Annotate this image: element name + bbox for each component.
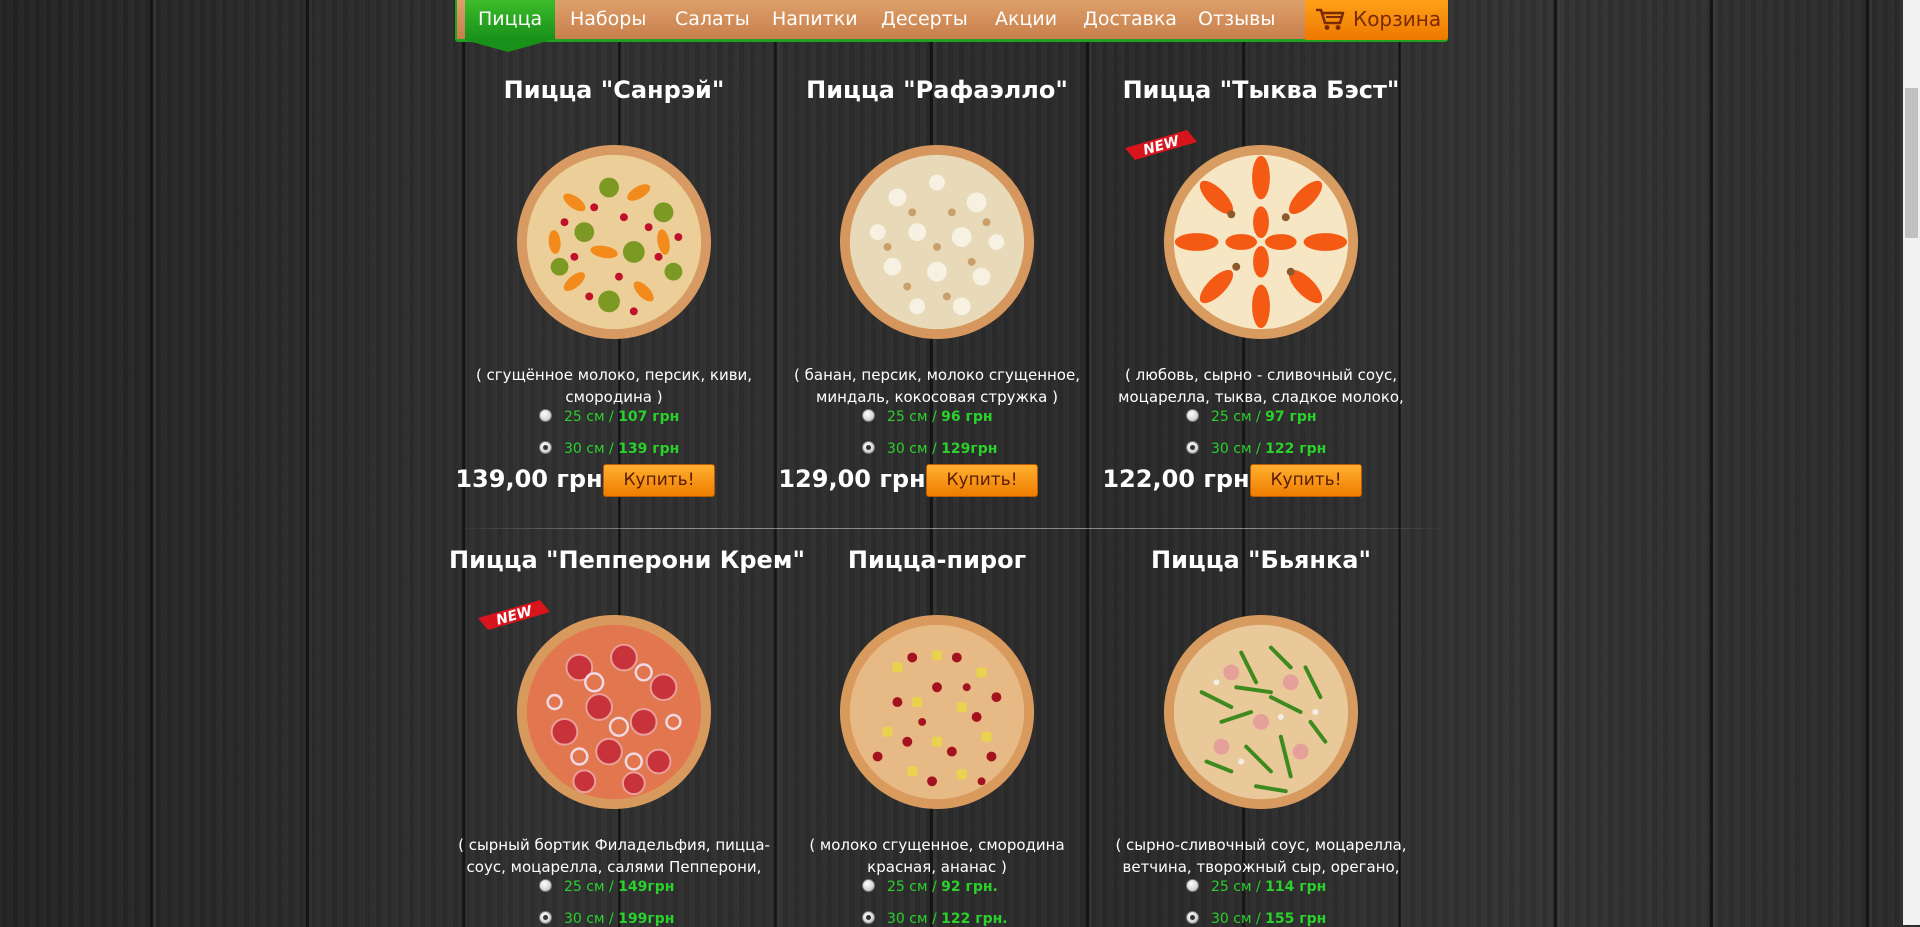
size-option-30[interactable]: 30 см / 129грн (862, 440, 997, 457)
size-option-25[interactable]: 25 см / 92 грн. (862, 878, 998, 895)
radio-button[interactable] (539, 440, 552, 454)
radio-button[interactable] (862, 910, 875, 924)
buy-button[interactable]: Купить! (603, 464, 715, 497)
svg-text:NEW: NEW (494, 603, 534, 629)
pizza-image[interactable] (515, 143, 713, 341)
pizza-image[interactable] (838, 143, 1036, 341)
nav-item-pizza[interactable]: Пицца (465, 0, 556, 52)
row-divider (455, 528, 1448, 529)
nav-item-delivery[interactable]: Доставка (1083, 0, 1177, 39)
product-price: 139,00 грн (455, 465, 603, 493)
product-card: Пицца "Пепперони Крем" NEW ( сырный борт… (449, 545, 805, 927)
nav-item-salads[interactable]: Салаты (675, 0, 750, 39)
pizza-image[interactable] (1162, 143, 1360, 341)
size-option-25[interactable]: 25 см / 114 грн (1186, 878, 1326, 895)
radio-button[interactable] (1186, 408, 1199, 422)
nav-item-sets[interactable]: Наборы (570, 0, 646, 39)
new-badge: NEW (478, 600, 550, 630)
nav-item-reviews[interactable]: Отзывы (1198, 0, 1275, 39)
product-title: Пицца-пирог (847, 546, 1027, 574)
size-option-25[interactable]: 25 см / 97 грн (1186, 408, 1317, 425)
pizza-image[interactable] (515, 613, 713, 811)
radio-button[interactable] (862, 878, 875, 892)
product-card: Пицца "Тыква Бэст" NEW ( любовь, сырно -… (1096, 75, 1426, 515)
radio-button[interactable] (862, 408, 875, 422)
product-price: 122,00 грн (1102, 465, 1250, 493)
pizza-image[interactable] (1162, 613, 1360, 811)
top-nav: Пицца Наборы Салаты Напитки Десерты Акци… (455, 0, 1448, 52)
scrollbar-thumb[interactable] (1905, 88, 1918, 238)
radio-button[interactable] (862, 440, 875, 454)
product-description: ( банан, персик, молоко сгущенное, миндал… (794, 366, 1080, 406)
radio-button[interactable] (1186, 878, 1199, 892)
product-title: Пицца "Санрэй" (503, 76, 725, 104)
pizza-image[interactable] (838, 613, 1036, 811)
size-option-30[interactable]: 30 см / 139 грн (539, 440, 679, 457)
product-description: ( любовь, сырно - сливочный соус, моцарел… (1118, 366, 1404, 406)
cart-label: Корзина (1353, 7, 1442, 31)
product-card: Пицца-пирог ( молоко сгущенное, смородин… (772, 545, 1102, 927)
new-badge: NEW (1125, 130, 1197, 160)
scroll-up-arrow[interactable] (1903, 0, 1920, 17)
nav-item-promos[interactable]: Акции (995, 0, 1057, 39)
scrollbar[interactable] (1903, 0, 1920, 925)
product-card: Пицца "Санрэй" ( сгущённое молоко, перси… (449, 75, 779, 515)
radio-button[interactable] (1186, 440, 1199, 454)
radio-button[interactable] (539, 878, 552, 892)
product-title: Пицца "Рафаэлло" (806, 76, 1068, 104)
product-description: ( сырный бортик Филадельфия, пицца-соус,… (458, 836, 770, 876)
product-description: ( сырно-сливочный соус, моцарелла, ветчин… (1115, 836, 1407, 876)
radio-button[interactable] (539, 910, 552, 924)
cart-icon (1316, 8, 1345, 30)
svg-text:NEW: NEW (1141, 133, 1181, 159)
product-description: ( молоко сгущенное, смородина красная, ан… (809, 836, 1065, 876)
radio-button[interactable] (539, 408, 552, 422)
size-option-25[interactable]: 25 см / 96 грн (862, 408, 993, 425)
buy-button[interactable]: Купить! (926, 464, 1038, 497)
radio-button[interactable] (1186, 910, 1199, 924)
nav-item-drinks[interactable]: Напитки (772, 0, 858, 39)
size-option-25[interactable]: 25 см / 149грн (539, 878, 674, 895)
cart-button[interactable]: Корзина (1305, 0, 1448, 40)
product-title: Пицца "Бьянка" (1151, 546, 1371, 574)
buy-button[interactable]: Купить! (1250, 464, 1362, 497)
product-title: Пицца "Тыква Бэст" (1122, 76, 1400, 104)
nav-item-desserts[interactable]: Десерты (881, 0, 968, 39)
size-option-30[interactable]: 30 см / 122 грн (1186, 440, 1326, 457)
product-price: 129,00 грн (778, 465, 926, 493)
product-description: ( сгущённое молоко, персик, киви, смороди… (475, 366, 753, 406)
product-title: Пицца "Пепперони Крем" (449, 546, 805, 574)
product-card: Пицца "Рафаэлло" ( банан, персик, молоко… (772, 75, 1102, 515)
product-card: Пицца "Бьянка" ( сырно-сливочный соус, м… (1096, 545, 1426, 927)
size-option-25[interactable]: 25 см / 107 грн (539, 408, 679, 425)
